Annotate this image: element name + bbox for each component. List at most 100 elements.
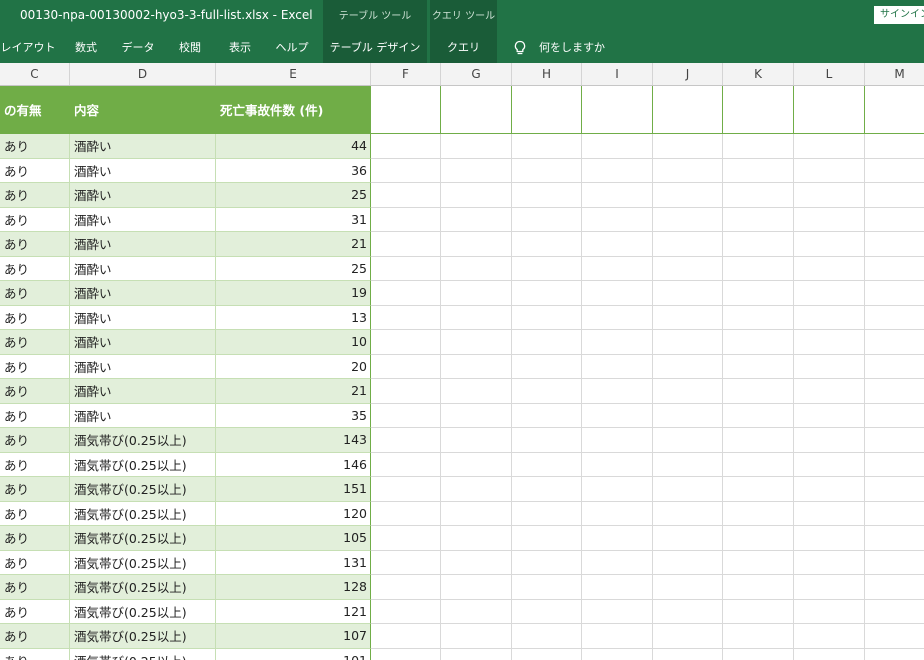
- table-cell[interactable]: 131: [216, 550, 371, 575]
- empty-cell[interactable]: [723, 428, 794, 453]
- empty-cell[interactable]: [794, 256, 865, 281]
- empty-cell[interactable]: [865, 649, 924, 660]
- table-cell[interactable]: 酒酔い: [70, 403, 216, 428]
- empty-cell[interactable]: [653, 158, 723, 183]
- table-cell[interactable]: あり: [0, 354, 70, 379]
- empty-cell[interactable]: [441, 330, 512, 355]
- table-cell[interactable]: 31: [216, 207, 371, 232]
- empty-cell[interactable]: [371, 501, 441, 526]
- empty-cell[interactable]: [865, 355, 924, 379]
- empty-cell[interactable]: [794, 330, 865, 355]
- empty-cell[interactable]: [371, 305, 441, 330]
- empty-cell[interactable]: [512, 477, 582, 502]
- empty-cell[interactable]: [512, 256, 582, 281]
- table-cell[interactable]: 101: [216, 648, 371, 660]
- empty-cell[interactable]: [371, 158, 441, 183]
- empty-cell[interactable]: [512, 330, 582, 355]
- empty-cell[interactable]: [512, 599, 582, 624]
- table-cell[interactable]: 107: [216, 624, 371, 649]
- empty-cell[interactable]: [865, 428, 924, 453]
- empty-cell[interactable]: [582, 158, 653, 183]
- table-cell[interactable]: 酒気帯び(0.25以上): [70, 452, 216, 477]
- table-cell[interactable]: あり: [0, 281, 70, 306]
- table-cell[interactable]: あり: [0, 330, 70, 355]
- empty-cell[interactable]: [512, 86, 582, 134]
- empty-cell[interactable]: [794, 232, 865, 257]
- empty-cell[interactable]: [653, 232, 723, 257]
- empty-cell[interactable]: [441, 648, 512, 660]
- table-cell[interactable]: あり: [0, 624, 70, 649]
- table-cell[interactable]: 酒気帯び(0.25以上): [70, 477, 216, 502]
- empty-cell[interactable]: [582, 452, 653, 477]
- table-cell[interactable]: あり: [0, 599, 70, 624]
- table-header-cell[interactable]: 内容: [70, 86, 216, 134]
- tab-review[interactable]: 校閲: [170, 33, 210, 63]
- empty-cell[interactable]: [794, 624, 865, 649]
- empty-cell[interactable]: [582, 207, 653, 232]
- empty-cell[interactable]: [512, 648, 582, 660]
- table-cell[interactable]: 酒酔い: [70, 134, 216, 159]
- empty-cell[interactable]: [723, 305, 794, 330]
- empty-cell[interactable]: [653, 648, 723, 660]
- table-cell[interactable]: 146: [216, 452, 371, 477]
- table-cell[interactable]: 19: [216, 281, 371, 306]
- empty-cell[interactable]: [653, 86, 723, 134]
- empty-cell[interactable]: [865, 257, 924, 281]
- empty-cell[interactable]: [794, 305, 865, 330]
- table-cell[interactable]: 143: [216, 428, 371, 453]
- empty-cell[interactable]: [794, 207, 865, 232]
- table-cell[interactable]: あり: [0, 477, 70, 502]
- table-cell[interactable]: 酒気帯び(0.25以上): [70, 575, 216, 600]
- table-cell[interactable]: 酒酔い: [70, 232, 216, 257]
- empty-cell[interactable]: [441, 354, 512, 379]
- empty-cell[interactable]: [865, 551, 924, 575]
- table-cell[interactable]: あり: [0, 403, 70, 428]
- column-header-h[interactable]: H: [512, 63, 582, 85]
- empty-cell[interactable]: [653, 428, 723, 453]
- empty-cell[interactable]: [582, 330, 653, 355]
- table-cell[interactable]: 酒酔い: [70, 379, 216, 404]
- empty-cell[interactable]: [865, 575, 924, 600]
- empty-cell[interactable]: [512, 134, 582, 159]
- tab-table-design[interactable]: テーブル デザイン: [323, 33, 427, 63]
- empty-cell[interactable]: [653, 354, 723, 379]
- empty-cell[interactable]: [582, 354, 653, 379]
- empty-cell[interactable]: [371, 526, 441, 551]
- empty-cell[interactable]: [582, 256, 653, 281]
- empty-cell[interactable]: [865, 600, 924, 624]
- empty-cell[interactable]: [582, 624, 653, 649]
- sign-in-button[interactable]: サインイン: [874, 6, 924, 24]
- empty-cell[interactable]: [653, 550, 723, 575]
- empty-cell[interactable]: [441, 183, 512, 208]
- empty-cell[interactable]: [794, 526, 865, 551]
- empty-cell[interactable]: [512, 452, 582, 477]
- empty-cell[interactable]: [512, 526, 582, 551]
- table-cell[interactable]: あり: [0, 526, 70, 551]
- empty-cell[interactable]: [794, 86, 865, 134]
- empty-cell[interactable]: [371, 134, 441, 159]
- empty-cell[interactable]: [723, 648, 794, 660]
- empty-cell[interactable]: [441, 134, 512, 159]
- empty-cell[interactable]: [794, 134, 865, 159]
- table-cell[interactable]: 酒酔い: [70, 305, 216, 330]
- empty-cell[interactable]: [441, 256, 512, 281]
- empty-cell[interactable]: [653, 207, 723, 232]
- empty-cell[interactable]: [441, 599, 512, 624]
- empty-cell[interactable]: [723, 379, 794, 404]
- empty-cell[interactable]: [865, 404, 924, 428]
- empty-cell[interactable]: [723, 501, 794, 526]
- empty-cell[interactable]: [865, 281, 924, 306]
- tell-me-search[interactable]: 何をしますか: [539, 33, 605, 63]
- empty-cell[interactable]: [441, 403, 512, 428]
- empty-cell[interactable]: [371, 207, 441, 232]
- empty-cell[interactable]: [512, 379, 582, 404]
- table-cell[interactable]: 10: [216, 330, 371, 355]
- table-cell[interactable]: 151: [216, 477, 371, 502]
- column-header-m[interactable]: M: [865, 63, 924, 85]
- empty-cell[interactable]: [371, 550, 441, 575]
- empty-cell[interactable]: [723, 158, 794, 183]
- empty-cell[interactable]: [653, 501, 723, 526]
- empty-cell[interactable]: [582, 305, 653, 330]
- empty-cell[interactable]: [653, 575, 723, 600]
- empty-cell[interactable]: [512, 232, 582, 257]
